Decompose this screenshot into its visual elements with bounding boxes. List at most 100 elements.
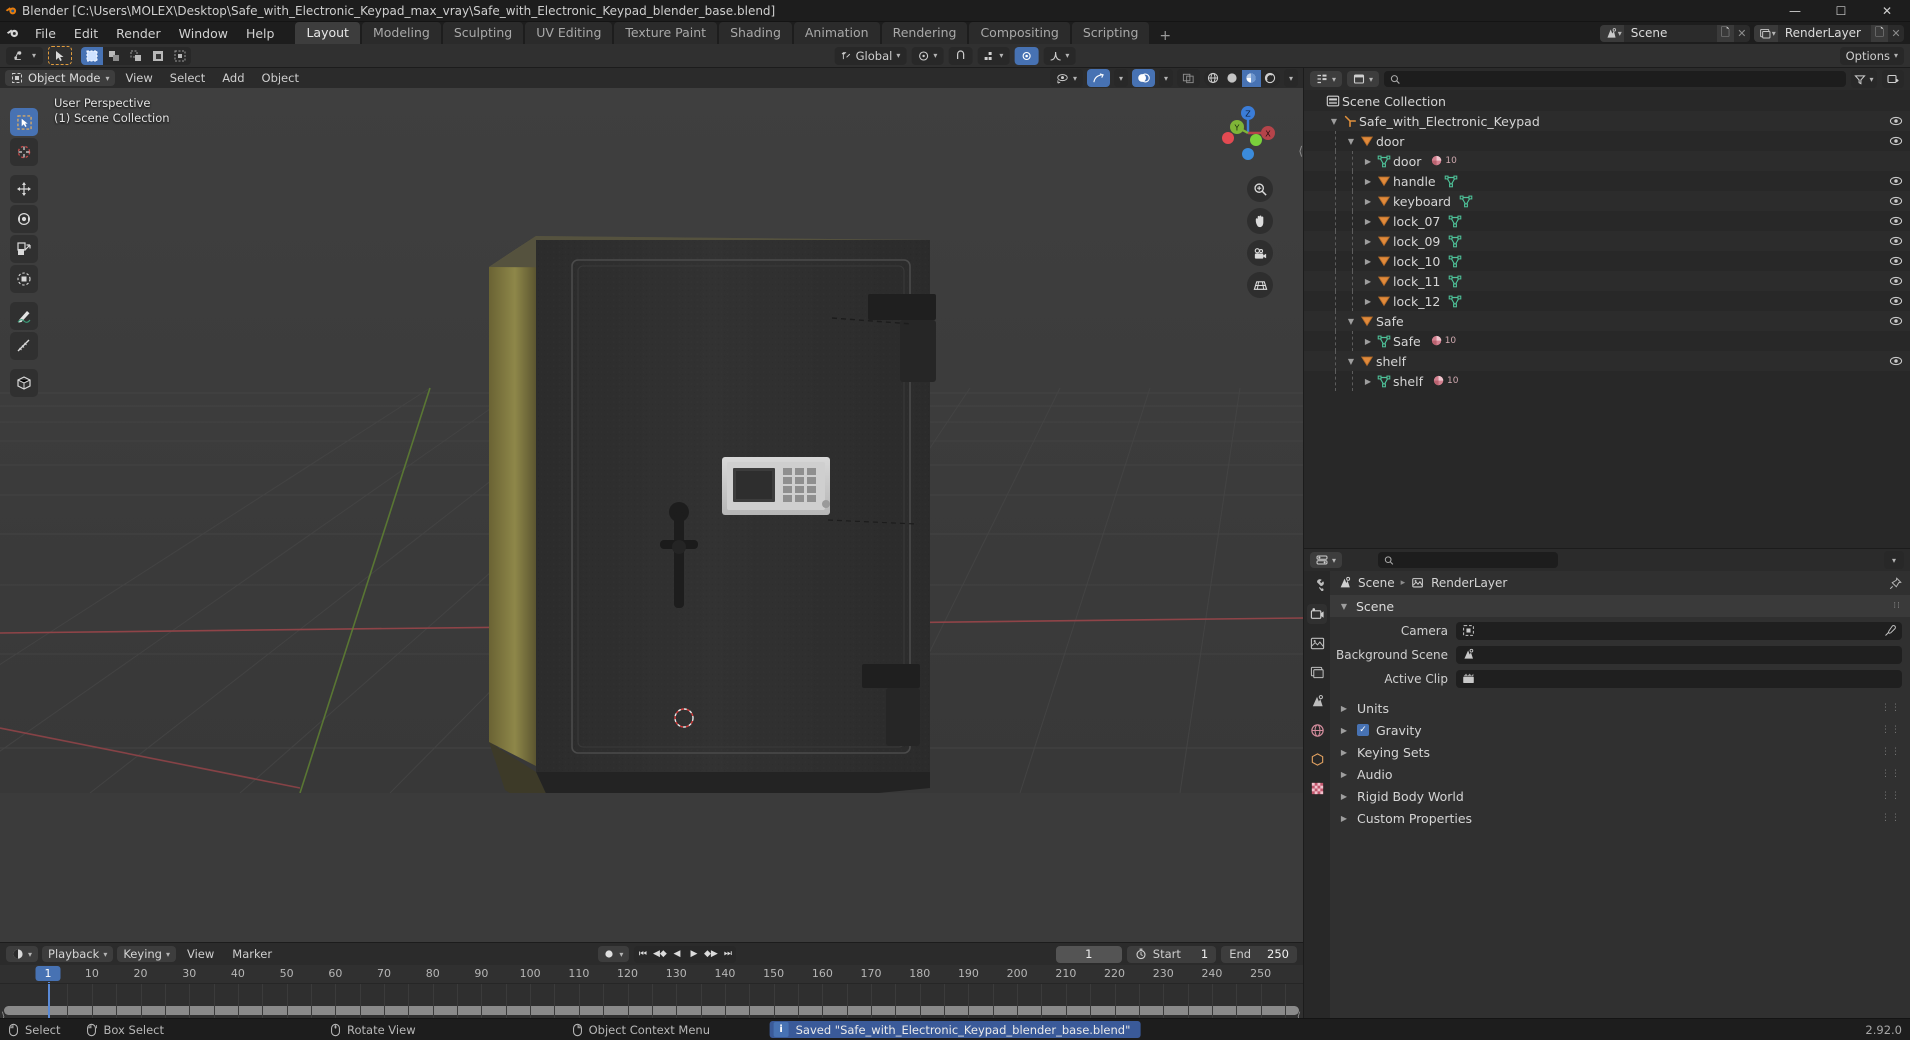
timeline-menu-view[interactable]: View: [180, 946, 221, 962]
zoom-icon[interactable]: [1247, 176, 1273, 202]
collapse-triangle-icon[interactable]: ▼: [1344, 357, 1358, 366]
tab-object-icon[interactable]: [1307, 749, 1327, 769]
minimize-button[interactable]: —: [1772, 0, 1818, 22]
expand-triangle-icon[interactable]: ▶: [1361, 157, 1375, 166]
outliner-row-scene-collection[interactable]: Scene Collection: [1304, 91, 1910, 111]
workspace-tab-rendering[interactable]: Rendering: [881, 22, 968, 44]
mesh-data-icon[interactable]: [1459, 194, 1473, 208]
mesh-data-icon[interactable]: [1448, 234, 1462, 248]
tool-transform-button[interactable]: [10, 265, 38, 293]
proportional-editing-toggle[interactable]: [1014, 46, 1039, 65]
select-invert-button[interactable]: [147, 47, 169, 65]
tweak-tool-button[interactable]: [48, 46, 73, 65]
shading-rendered-button[interactable]: [1261, 70, 1280, 87]
workspace-tab-sculpting[interactable]: Sculpting: [442, 22, 524, 44]
transform-orientation-selector[interactable]: Global ▾: [834, 46, 907, 65]
outliner-row-lock-10[interactable]: ▶ lock_10: [1304, 251, 1910, 271]
eye-visibility-icon[interactable]: [1889, 175, 1903, 187]
properties-section-gravity[interactable]: ▶ ✓ Gravity ⋮⋮: [1330, 720, 1910, 740]
workspace-tab-animation[interactable]: Animation: [793, 22, 880, 44]
pan-hand-icon[interactable]: [1247, 208, 1273, 234]
visibility-selector[interactable]: ▾: [1049, 69, 1083, 87]
outliner-row-shelf[interactable]: ▼ shelf: [1304, 351, 1910, 371]
users-count-badge[interactable]: 10: [1431, 155, 1457, 168]
outliner-row-safe-with-electronic-keypad[interactable]: ▼ Safe_with_Electronic_Keypad: [1304, 111, 1910, 131]
mesh-data-icon[interactable]: [1448, 294, 1462, 308]
overlays-options-dropdown[interactable]: ▾: [1158, 69, 1173, 87]
workspace-tab-layout[interactable]: Layout: [295, 22, 360, 44]
workspace-tab-modeling[interactable]: Modeling: [361, 22, 441, 44]
timeline-ruler[interactable]: 10 20 30 40 50 60 70 80 90 100 110 120 130 140 150 160 1…: [0, 965, 1303, 984]
select-set-button[interactable]: [81, 46, 104, 65]
expand-triangle-icon[interactable]: ▶: [1361, 237, 1375, 246]
pin-id-icon[interactable]: [1889, 576, 1902, 590]
shading-solid-button[interactable]: [1223, 70, 1242, 87]
expand-triangle-icon[interactable]: ▶: [1361, 257, 1375, 266]
viewport-menu-view[interactable]: View: [118, 70, 159, 86]
shading-material-button[interactable]: [1241, 69, 1261, 87]
jump-to-end-button[interactable]: ⏭: [719, 946, 736, 963]
menu-window[interactable]: Window: [170, 22, 237, 44]
outliner-row-lock-11[interactable]: ▶ lock_11: [1304, 271, 1910, 291]
collapse-triangle-icon[interactable]: ▼: [1327, 117, 1341, 126]
tool-add-cube-button[interactable]: [10, 369, 38, 397]
users-count-badge[interactable]: 10: [1433, 375, 1458, 388]
viewport-menu-add[interactable]: Add: [215, 70, 251, 86]
navigation-gizmo[interactable]: Z X Y: [1217, 102, 1279, 164]
new-scene-button[interactable]: 🗋: [1716, 24, 1734, 42]
tool-cursor-button[interactable]: [10, 138, 38, 166]
tab-view-layer-icon[interactable]: [1307, 662, 1327, 682]
pivot-point-selector[interactable]: ▾: [911, 46, 944, 65]
playback-menu[interactable]: Playback ▾: [42, 946, 114, 962]
play-reverse-button[interactable]: ◀: [668, 946, 685, 963]
shading-options-dropdown[interactable]: ▾: [1283, 69, 1298, 87]
section-checkbox[interactable]: ✓: [1357, 724, 1369, 736]
viewport-sidebar-collapse-arrow[interactable]: ⟨: [1298, 144, 1303, 158]
viewport-menu-select[interactable]: Select: [163, 70, 212, 86]
users-count-badge[interactable]: 10: [1431, 335, 1456, 348]
outliner-row-lock-07[interactable]: ▶ lock_07: [1304, 211, 1910, 231]
toggle-orthographic-icon[interactable]: [1247, 272, 1273, 298]
outliner-row-shelf[interactable]: ▶ shelf 10: [1304, 371, 1910, 391]
mesh-data-icon[interactable]: [1448, 254, 1462, 268]
outliner-row-keyboard[interactable]: ▶ keyboard: [1304, 191, 1910, 211]
scene-selector[interactable]: ▾ Scene 🗋 ✕: [1599, 24, 1750, 42]
new-viewlayer-button[interactable]: 🗋: [1871, 24, 1888, 42]
outliner-rows[interactable]: Scene Collection ▼ Safe_with_Electronic_Ke…: [1304, 90, 1910, 548]
menu-help[interactable]: Help: [237, 22, 284, 44]
timeline-body[interactable]: ⟩ ⟨: [0, 984, 1303, 1018]
expand-triangle-icon[interactable]: ▶: [1338, 770, 1350, 779]
breadcrumb-viewlayer[interactable]: RenderLayer: [1431, 576, 1507, 590]
unlink-scene-button[interactable]: ✕: [1734, 25, 1750, 42]
outliner-filter-button[interactable]: ▾: [1851, 70, 1877, 88]
eye-visibility-icon[interactable]: [1889, 195, 1903, 207]
workspace-tab-shading[interactable]: Shading: [719, 22, 792, 44]
mesh-data-icon[interactable]: [1448, 214, 1462, 228]
outliner-row-lock-09[interactable]: ▶ lock_09: [1304, 231, 1910, 251]
eye-visibility-icon[interactable]: [1889, 115, 1903, 127]
properties-options-dropdown[interactable]: ▾: [1884, 551, 1904, 569]
collapse-triangle-icon[interactable]: ▼: [1344, 317, 1358, 326]
tab-scene-icon[interactable]: [1307, 691, 1327, 711]
properties-editor-type-selector[interactable]: ▾: [1310, 552, 1343, 568]
viewlayer-selector[interactable]: ▾ RenderLayer 🗋 ✕: [1753, 24, 1904, 42]
select-subtract-button[interactable]: [125, 47, 147, 65]
gizmo-toggle[interactable]: [1086, 69, 1110, 87]
camera-view-icon[interactable]: [1247, 240, 1273, 266]
expand-triangle-icon[interactable]: ▶: [1361, 277, 1375, 286]
select-extend-button[interactable]: [103, 47, 125, 65]
eye-visibility-icon[interactable]: [1889, 275, 1903, 287]
camera-field[interactable]: [1456, 621, 1902, 640]
properties-section-keying-sets[interactable]: ▶ Keying Sets ⋮⋮: [1330, 742, 1910, 762]
snap-target-selector[interactable]: ▾: [977, 46, 1010, 65]
eye-visibility-icon[interactable]: [1889, 295, 1903, 307]
snap-toggle-button[interactable]: [948, 46, 973, 65]
tab-world-icon[interactable]: [1307, 720, 1327, 740]
eye-visibility-icon[interactable]: [1889, 355, 1903, 367]
expand-triangle-icon[interactable]: ▶: [1338, 726, 1350, 735]
eye-visibility-icon[interactable]: [1889, 215, 1903, 227]
outliner-search-field[interactable]: [1405, 72, 1840, 86]
scene-panel-header[interactable]: ▼ Scene ⁞⁞: [1330, 595, 1910, 617]
shading-wireframe-button[interactable]: [1204, 70, 1223, 87]
outliner-display-mode-selector[interactable]: ▾: [1347, 71, 1380, 87]
